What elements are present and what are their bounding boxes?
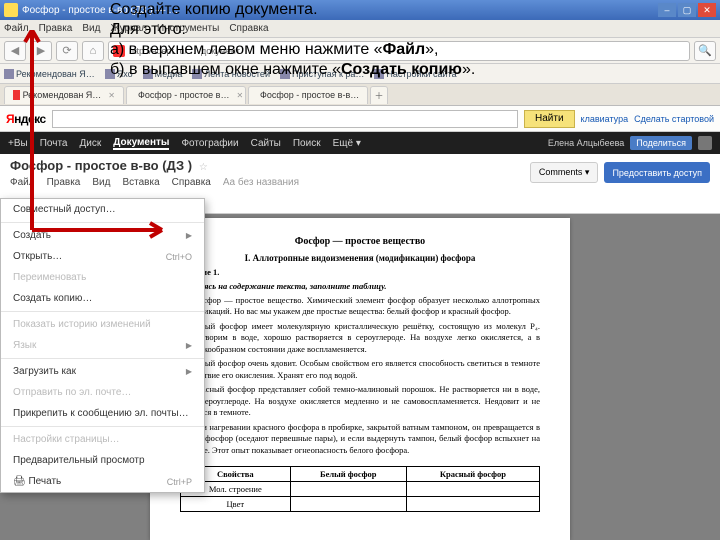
yandex-homepage-link[interactable]: Сделать стартовой [634,114,714,124]
browser-menu-file[interactable]: Файл [4,23,29,34]
app-icon [4,3,18,17]
google-top-bar: +Вы Почта Диск Документы Фотографии Сайт… [0,132,720,154]
menu-open[interactable]: Открыть…Ctrl+O [1,246,204,267]
window-close-button[interactable]: ✕ [698,3,716,17]
gbar-plusyou[interactable]: +Вы [8,138,28,149]
avatar[interactable] [698,136,712,150]
paragraph: Фосфор — простое вещество. Химический эл… [180,295,540,318]
paragraph: Белый фосфор очень ядовит. Особым свойст… [180,358,540,381]
gbar-drive[interactable]: Диск [79,138,101,149]
document-page: Фосфор — простое вещество I. Аллотропные… [150,218,570,540]
yandex-search-button[interactable]: Найти [524,110,575,128]
browser-menu-view[interactable]: Вид [82,23,100,34]
browser-tabs: Рекомендован Я…✕ Фосфор - простое в…✕ Фо… [0,84,720,106]
table-cell: Цвет [181,497,291,512]
chevron-right-icon: ▶ [186,231,192,240]
nav-reload-button[interactable]: ⟳ [56,41,78,61]
star-icon[interactable]: ☆ [199,162,208,173]
table-header: Красный фосфор [406,467,539,482]
page-heading: Фосфор — простое вещество [180,236,540,247]
menu-new[interactable]: Создать▶ [1,225,204,246]
gbar-photos[interactable]: Фотографии [181,138,238,149]
menu-email-attach[interactable]: Прикрепить к сообщению эл. почты… [1,403,204,424]
nav-home-button[interactable]: ⌂ [82,41,104,61]
paragraph: При нагревании красного фосфора в пробир… [180,422,540,456]
nav-forward-button[interactable]: ▶ [30,41,52,61]
gbar-documents[interactable]: Документы [113,137,169,150]
browser-tab[interactable]: Рекомендован Я…✕ [4,86,124,104]
address-bar[interactable]: http://adept.ru/… /документ [108,41,690,61]
properties-table: СвойстваБелый фосфорКрасный фосфор Мол. … [180,466,540,512]
doc-menu-untitled: Aa без названия [223,177,299,188]
doc-menu-help[interactable]: Справка [172,177,211,188]
menu-share[interactable]: Совместный доступ… [1,199,204,220]
doc-title[interactable]: Фосфор - простое в-во (ДЗ ) [10,158,192,173]
bookmark-item[interactable]: Приступая к ра… [280,69,364,79]
browser-menu-history[interactable]: Журнал [110,23,147,34]
menu-print-preview[interactable]: Предварительный просмотр [1,450,204,471]
close-icon[interactable]: ✕ [108,91,115,100]
browser-menu-edit[interactable]: Правка [39,23,73,34]
file-dropdown: Совместный доступ… Создать▶ Открыть…Ctrl… [0,198,205,493]
doc-menu-file[interactable]: Файл [10,177,35,188]
menu-language: Язык▶ [1,335,204,356]
menu-print[interactable]: 🖨 ПечатьCtrl+P [1,471,204,492]
browser-menu-help[interactable]: Справка [229,23,268,34]
close-icon[interactable]: ✕ [366,91,368,100]
doc-menu-insert[interactable]: Вставка [122,177,159,188]
bookmark-item[interactable]: Медиа [143,69,183,79]
bookmark-item[interactable]: Яхо [105,69,133,79]
share-button[interactable]: Предоставить доступ [604,162,710,183]
gbar-search[interactable]: Поиск [293,138,321,149]
window-title: Фосфор - простое в-во (ДЗ ) — … [22,5,178,16]
menu-download-as[interactable]: Загрузить как▶ [1,361,204,382]
table-header: Белый фосфор [290,467,406,482]
nav-search-button[interactable]: 🔍 [694,41,716,61]
browser-menubar: Файл Правка Вид Журнал Инструменты Справ… [0,20,720,38]
browser-tab[interactable]: Фосфор - простое в-в…✕ [248,86,368,104]
gbar-sites[interactable]: Сайты [251,138,281,149]
yandex-keyboard-link[interactable]: клавиатура [581,114,629,124]
page-subheading: I. Аллотропные видоизменения (модификаци… [180,253,540,263]
menu-email: Отправить по эл. почте… [1,382,204,403]
gbar-mail[interactable]: Почта [40,138,68,149]
gbar-share-button[interactable]: Поделиться [630,136,692,150]
menu-revision-history: Показать историю изменений [1,314,204,335]
yandex-searchbar: Яндекс Найти клавиатура Сделать стартово… [0,106,720,132]
paragraph: Белый фосфор имеет молекулярную кристалл… [180,321,540,355]
paragraph: Красный фосфор представляет собой темно-… [180,384,540,418]
menu-page-setup: Настройки страницы… [1,429,204,450]
bookmark-item[interactable]: Лента новостей [192,69,270,79]
chevron-right-icon: ▶ [186,341,192,350]
comments-button[interactable]: Comments ▾ [530,162,599,183]
bookmark-item[interactable]: Рекомендован Я… [4,69,95,79]
yandex-search-input[interactable] [52,110,518,128]
nav-back-button[interactable]: ◀ [4,41,26,61]
doc-menu-edit[interactable]: Правка [47,177,81,188]
window-minimize-button[interactable]: – [658,3,676,17]
document-app: Фосфор - простое в-во (ДЗ ) ☆ Файл Правк… [0,154,720,540]
gbar-user[interactable]: Елена Алцыбеева [548,138,624,148]
close-icon[interactable]: ✕ [236,91,243,100]
print-icon: 🖨 [13,476,26,487]
menu-make-copy[interactable]: Создать копию… [1,288,204,309]
browser-menu-tools[interactable]: Инструменты [157,23,219,34]
task-text: Опираясь на содержание текста, заполните… [180,281,540,291]
site-favicon [113,45,125,57]
window-maximize-button[interactable]: ▢ [678,3,696,17]
new-tab-button[interactable]: ＋ [370,86,388,104]
doc-menu-view[interactable]: Вид [92,177,110,188]
window-titlebar: Фосфор - простое в-во (ДЗ ) — … – ▢ ✕ [0,0,720,20]
yandex-logo[interactable]: Яндекс [6,112,46,126]
bookmark-item[interactable]: Настройки сайта [374,69,456,79]
gbar-more[interactable]: Ещё ▾ [333,138,361,149]
menu-rename: Переименовать [1,267,204,288]
url-text: http://adept.ru/… /документ [129,46,240,56]
browser-navbar: ◀ ▶ ⟳ ⌂ http://adept.ru/… /документ 🔍 [0,38,720,64]
browser-tab[interactable]: Фосфор - простое в…✕ [126,86,246,104]
content-area: Фосфор - простое в-во (ДЗ ) ☆ Файл Правк… [0,154,720,540]
chevron-right-icon: ▶ [186,367,192,376]
bookmarks-bar: Рекомендован Я… Яхо Медиа Лента новостей… [0,64,720,84]
